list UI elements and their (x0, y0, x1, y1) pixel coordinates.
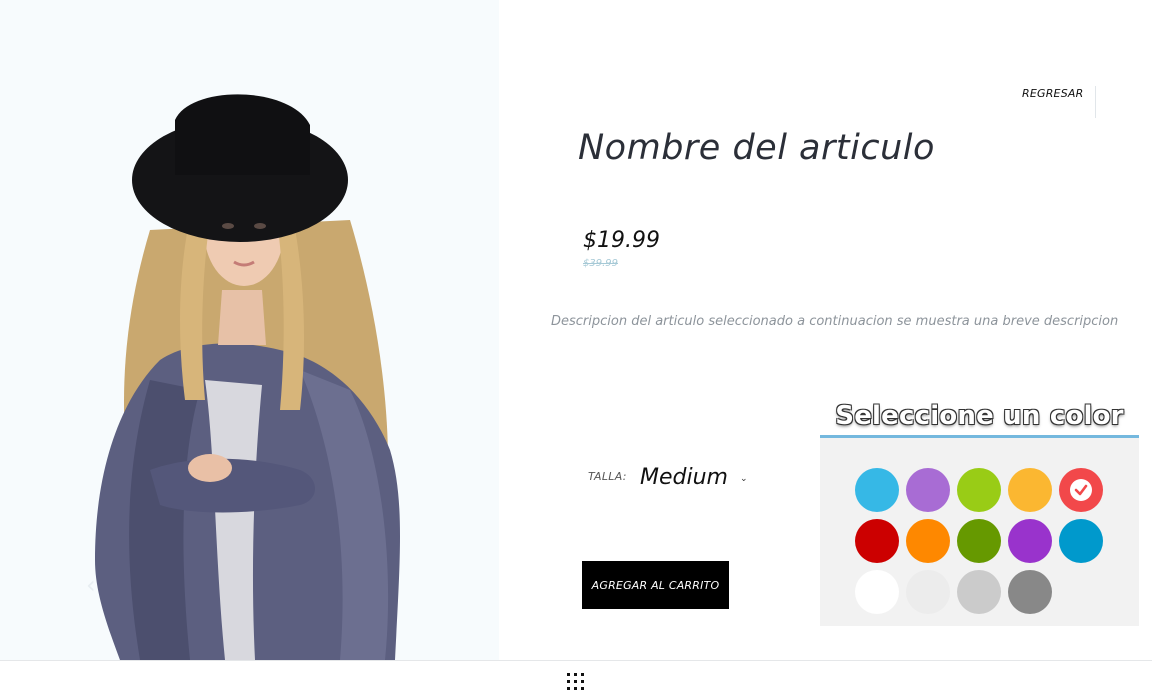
bottom-bar (0, 660, 1152, 700)
color-swatch[interactable] (906, 468, 950, 512)
color-swatch[interactable] (957, 570, 1001, 614)
product-old-price: $39.99 (583, 258, 618, 269)
size-dropdown[interactable]: Medium ⌄ (640, 461, 758, 493)
checkmark-icon (1070, 479, 1092, 501)
color-swatch[interactable] (855, 468, 899, 512)
product-price: $19.99 (583, 228, 660, 253)
size-label: TALLA: (588, 470, 627, 483)
product-description: Descripcion del articulo seleccionado a … (551, 314, 1119, 329)
product-photo (95, 94, 400, 660)
color-swatch[interactable] (957, 468, 1001, 512)
back-link[interactable]: REGRESAR (1022, 87, 1083, 100)
size-value: Medium (640, 464, 728, 490)
color-picker-header: Seleccione un color (820, 396, 1139, 438)
grid-icon[interactable] (567, 673, 584, 690)
color-picker-title: Seleccione un color (835, 400, 1124, 431)
color-swatch[interactable] (1059, 468, 1103, 512)
color-swatch[interactable] (1059, 519, 1103, 563)
divider (1095, 86, 1096, 118)
color-swatch[interactable] (1008, 468, 1052, 512)
color-swatch[interactable] (906, 519, 950, 563)
color-swatch[interactable] (855, 519, 899, 563)
color-swatch[interactable] (1008, 570, 1052, 614)
chevron-down-icon: ⌄ (739, 473, 748, 484)
chevron-left-icon[interactable]: ‹ (86, 572, 106, 598)
product-image-panel: ‹ (0, 0, 499, 660)
color-swatch[interactable] (957, 519, 1001, 563)
product-title: Nombre del articulo (578, 128, 935, 168)
color-swatch[interactable] (1008, 519, 1052, 563)
color-swatch[interactable] (906, 570, 950, 614)
color-swatch[interactable] (855, 570, 899, 614)
add-to-cart-button[interactable]: AGREGAR AL CARRITO (582, 561, 729, 609)
color-picker: Seleccione un color (820, 396, 1139, 626)
